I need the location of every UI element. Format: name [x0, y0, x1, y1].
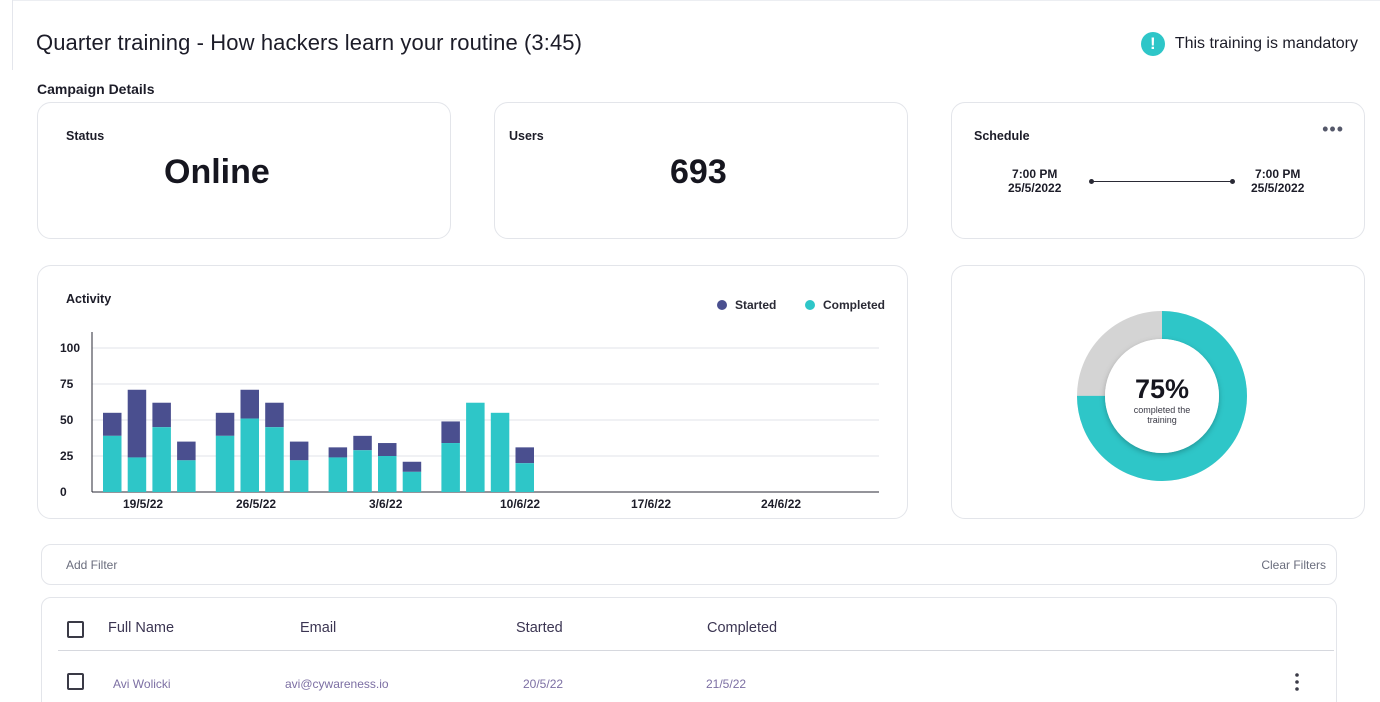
completed-bar	[215, 435, 235, 492]
row-full-name: Avi Wolicki	[113, 677, 171, 691]
row-started: 20/5/22	[523, 677, 564, 691]
completed-bar	[328, 457, 348, 492]
row-email: avi@cywareness.io	[285, 677, 389, 691]
users-card: Users 693	[494, 102, 908, 239]
started-bar	[289, 441, 309, 461]
started-bar	[177, 441, 196, 461]
completed-bar	[103, 435, 122, 492]
schedule-end-dot	[1230, 179, 1235, 184]
x-tick-label: 24/6/22	[761, 497, 801, 511]
started-bar	[441, 421, 460, 444]
completed-bar	[177, 460, 196, 492]
completed-bar	[466, 402, 485, 492]
completed-bar	[289, 460, 309, 492]
y-tick-label: 50	[60, 413, 74, 427]
row-completed: 21/5/22	[706, 677, 747, 691]
started-bar	[215, 412, 235, 436]
column-header-full-name[interactable]: Full Name	[108, 620, 174, 636]
schedule-timeline	[1092, 181, 1232, 182]
status-card: Status Online	[37, 102, 451, 239]
clear-filters-button[interactable]: Clear Filters	[1261, 558, 1326, 572]
x-tick-label: 17/6/22	[631, 497, 671, 511]
y-tick-label: 0	[60, 485, 67, 499]
completed-bar	[515, 463, 534, 492]
completion-caption-2: training	[1147, 415, 1177, 425]
completion-card: 75% completed the training	[951, 265, 1365, 519]
started-bar	[240, 389, 259, 419]
schedule-start: 7:00 PM 25/5/2022	[1008, 167, 1061, 195]
activity-card: Activity Started Completed 0 25 50 75 100 19/…	[37, 265, 908, 519]
exclamation-circle-icon: !	[1140, 32, 1165, 56]
completed-bar	[127, 457, 147, 492]
started-bar	[265, 402, 284, 428]
started-bar	[152, 402, 171, 428]
completed-bar	[265, 427, 284, 492]
completed-bar	[240, 418, 259, 492]
campaign-details-heading: Campaign Details	[37, 81, 155, 97]
more-vertical-icon[interactable]	[1294, 672, 1300, 692]
completed-bar	[441, 443, 460, 492]
page-title: Quarter training - How hackers learn you…	[36, 30, 583, 55]
schedule-label: Schedule	[974, 129, 1030, 143]
filter-bar: Add Filter Clear Filters	[41, 544, 1337, 585]
y-tick-label: 75	[60, 377, 74, 391]
add-filter-button[interactable]: Add Filter	[66, 558, 117, 572]
mandatory-notice: ! This training is mandatory	[1140, 32, 1358, 56]
completion-percent: 75%	[1134, 374, 1190, 404]
status-label: Status	[66, 129, 105, 143]
x-tick-label: 10/6/22	[500, 497, 540, 511]
schedule-start-date: 25/5/2022	[1008, 181, 1062, 195]
select-all-checkbox[interactable]	[67, 621, 84, 638]
x-tick-label: 26/5/22	[236, 497, 276, 511]
users-table: Full Name Email Started Completed Avi Wo…	[41, 597, 1337, 702]
activity-bar-chart: 0 25 50 75 100 19/5/22 26/5/22 3/6/22 10/6/22 17/…	[60, 332, 879, 511]
completed-bar	[490, 412, 510, 492]
window-top-border	[12, 0, 1380, 1]
y-tick-label: 25	[60, 449, 74, 463]
schedule-start-time: 7:00 PM	[1012, 167, 1058, 181]
completion-caption-1: completed the	[1133, 405, 1191, 415]
window-left-border	[12, 0, 13, 70]
started-bar	[127, 389, 147, 458]
started-bar	[353, 435, 372, 451]
column-header-completed[interactable]: Completed	[707, 620, 777, 636]
schedule-end: 7:00 PM 25/5/2022	[1251, 167, 1304, 195]
started-bar	[402, 461, 422, 472]
more-horizontal-icon[interactable]: •••	[1322, 119, 1344, 140]
table-header-divider	[58, 650, 1334, 651]
started-bar	[378, 443, 397, 456]
y-tick-label: 100	[60, 341, 80, 355]
started-bar	[328, 447, 348, 458]
completed-bar	[353, 450, 372, 492]
donut-center-text: 75% completed the training	[1102, 374, 1222, 425]
users-label: Users	[509, 129, 544, 143]
column-header-email[interactable]: Email	[300, 620, 336, 636]
users-value: 693	[670, 153, 727, 191]
completed-bar	[152, 427, 171, 492]
mandatory-text: This training is mandatory	[1174, 35, 1358, 52]
started-bar	[103, 412, 122, 436]
completed-bar	[402, 471, 422, 492]
completed-bar	[378, 456, 397, 492]
status-value: Online	[164, 153, 270, 191]
x-tick-label: 3/6/22	[369, 497, 403, 511]
x-tick-label: 19/5/22	[123, 497, 163, 511]
schedule-end-date: 25/5/2022	[1251, 181, 1305, 195]
row-checkbox[interactable]	[67, 673, 84, 690]
started-bar	[515, 447, 534, 464]
column-header-started[interactable]: Started	[516, 620, 563, 636]
schedule-card: Schedule ••• 7:00 PM 25/5/2022 7:00 PM 2…	[951, 102, 1365, 239]
schedule-end-time: 7:00 PM	[1255, 167, 1301, 181]
